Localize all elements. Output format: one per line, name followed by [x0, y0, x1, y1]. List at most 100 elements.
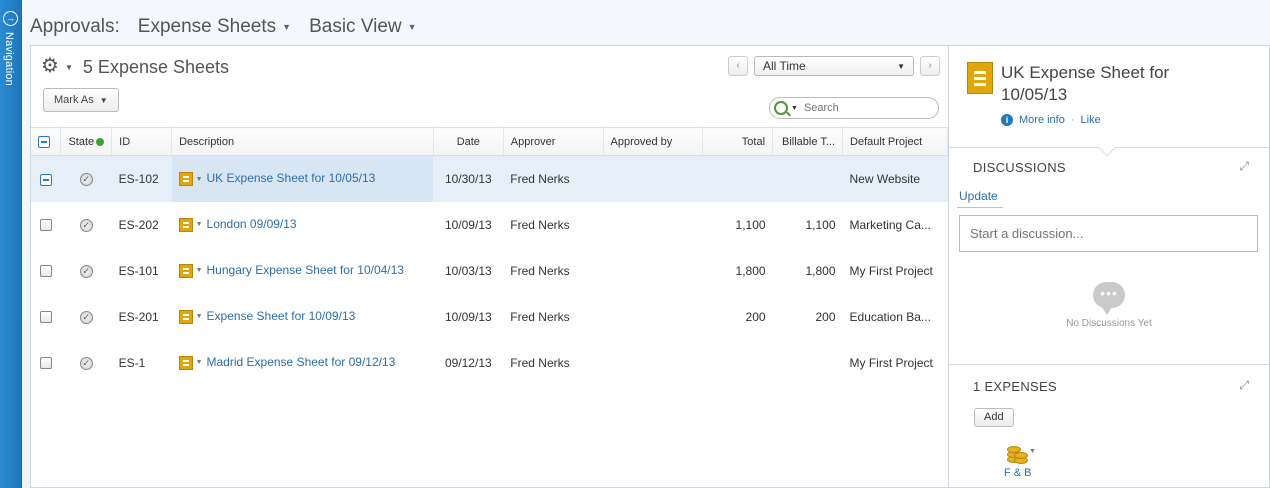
column-header-date[interactable]: Date	[433, 127, 504, 156]
approved-by-cell	[603, 294, 703, 340]
approver-cell: Fred Nerks	[510, 263, 570, 278]
more-info-link[interactable]: More info	[1019, 114, 1065, 126]
chevron-down-icon[interactable]: ▼	[196, 359, 203, 366]
id-cell: ES-101	[118, 263, 159, 278]
column-header-id[interactable]: ID	[111, 127, 173, 156]
search-box[interactable]: ▼	[769, 97, 939, 119]
select-all-checkbox[interactable]	[38, 135, 50, 148]
row-select-cell[interactable]	[31, 340, 61, 386]
detail-header: UK Expense Sheet for 10/05/13	[967, 62, 1211, 106]
time-filter-select[interactable]: All Time ▼	[754, 56, 914, 76]
link-separator: ·	[1070, 114, 1075, 126]
chevron-down-icon[interactable]: ▼	[196, 313, 203, 320]
expand-icon[interactable]: ⤢	[1239, 159, 1249, 174]
approved-state-icon: ✓	[79, 357, 93, 370]
navigation-rail[interactable]: → Navigation	[0, 0, 22, 488]
row-select-cell[interactable]	[31, 294, 61, 340]
chevron-down-icon[interactable]: ▼	[1029, 448, 1036, 455]
time-filter-value: All Time	[763, 59, 806, 73]
module-dropdown[interactable]: Expense Sheets ▼	[138, 16, 291, 38]
state-cell: ✓	[61, 202, 112, 248]
add-expense-button[interactable]: Add	[974, 408, 1014, 427]
module-dropdown-label: Expense Sheets	[137, 16, 277, 37]
table-row[interactable]: ✓ ES-202 ▼ London 09/09/13 10/09/13 Fred …	[31, 202, 948, 248]
row-checkbox[interactable]	[39, 219, 52, 232]
time-pager: ‹ All Time ▼ ›	[728, 56, 940, 76]
navigation-expand-icon[interactable]: →	[3, 11, 18, 26]
state-cell: ✓	[61, 340, 112, 386]
id-cell: ES-202	[118, 217, 159, 232]
expense-sheet-icon[interactable]	[178, 263, 193, 278]
approver-cell: Fred Nerks	[510, 355, 570, 370]
expense-sheet-icon[interactable]	[178, 217, 193, 232]
approved-by-cell	[603, 155, 703, 202]
expense-sheet-icon[interactable]	[178, 172, 193, 187]
expense-sheet-link[interactable]: London 09/09/13	[207, 217, 297, 231]
expense-sheet-icon[interactable]	[178, 355, 193, 370]
chevron-down-icon[interactable]: ▼	[196, 267, 203, 274]
column-header-approver[interactable]: Approver	[503, 127, 604, 156]
row-select-cell[interactable]	[31, 248, 61, 294]
chevron-down-icon[interactable]: ▼	[65, 63, 73, 72]
approved-state-icon: ✓	[79, 173, 93, 187]
total-cell: 1,100	[735, 217, 766, 232]
update-tab[interactable]: Update	[959, 189, 998, 203]
table-row[interactable]: ✓ ES-201 ▼ Expense Sheet for 10/09/13 10/…	[31, 294, 948, 340]
breadcrumb: Approvals: Expense Sheets ▼ Basic View ▼	[30, 14, 435, 40]
expand-icon[interactable]: ⤢	[1239, 378, 1249, 393]
billable-cell: 1,800	[805, 263, 836, 278]
total-cell: 200	[745, 309, 766, 324]
next-period-button[interactable]: ›	[920, 56, 940, 76]
column-header-state[interactable]: State	[60, 127, 113, 156]
view-dropdown[interactable]: Basic View ▼	[309, 16, 417, 38]
table-row[interactable]: ✓ ES-1 ▼ Madrid Expense Sheet for 09/12/1…	[31, 340, 948, 386]
no-discussions-text: No Discussions Yet	[1066, 318, 1152, 329]
discussion-input[interactable]	[959, 215, 1258, 252]
expense-item-label[interactable]: F & B	[1004, 467, 1032, 479]
expense-sheet-link[interactable]: Madrid Expense Sheet for 09/12/13	[207, 355, 396, 369]
mark-as-button[interactable]: Mark As ▼	[43, 88, 119, 112]
chevron-down-icon[interactable]: ▼	[196, 176, 203, 183]
chevron-down-icon[interactable]: ▼	[791, 105, 798, 112]
mark-as-label: Mark As	[54, 94, 94, 106]
like-link[interactable]: Like	[1081, 114, 1101, 126]
row-checkbox[interactable]	[39, 173, 52, 186]
chevron-down-icon[interactable]: ▼	[196, 221, 203, 228]
expense-sheet-link[interactable]: Hungary Expense Sheet for 10/04/13	[207, 263, 404, 277]
table-row[interactable]: ✓ ES-102 ▼ UK Expense Sheet for 10/05/13 …	[31, 155, 948, 202]
discussions-title: DISCUSSIONS	[973, 160, 1066, 175]
row-checkbox[interactable]	[39, 357, 52, 370]
project-cell: New Website	[842, 155, 948, 202]
column-header-approved-by[interactable]: Approved by	[603, 127, 704, 156]
table-row[interactable]: ✓ ES-101 ▼ Hungary Expense Sheet for 10/0…	[31, 248, 948, 294]
column-header-total[interactable]: Total	[702, 127, 774, 156]
total-cell	[703, 340, 773, 386]
expense-sheet-link[interactable]: UK Expense Sheet for 10/05/13	[207, 171, 376, 185]
select-all-cell[interactable]	[31, 127, 62, 156]
description-cell: ▼ London 09/09/13	[172, 202, 434, 248]
approved-by-cell	[603, 202, 703, 248]
row-select-cell[interactable]	[31, 202, 61, 248]
column-header-description[interactable]: Description	[171, 127, 434, 156]
date-cell: 09/12/13	[444, 355, 492, 370]
chevron-down-icon: ▼	[282, 22, 292, 32]
approver-cell: Fred Nerks	[510, 217, 570, 232]
expense-sheet-link[interactable]: Expense Sheet for 10/09/13	[207, 309, 356, 323]
date-cell: 10/30/13	[433, 155, 504, 202]
search-icon[interactable]	[774, 101, 788, 115]
row-checkbox[interactable]	[39, 311, 52, 324]
row-checkbox[interactable]	[39, 265, 52, 278]
detail-title: UK Expense Sheet for 10/05/13	[1001, 63, 1170, 104]
coins-icon[interactable]	[1007, 444, 1029, 464]
row-select-cell[interactable]	[31, 155, 61, 202]
project-cell: Marketing Ca...	[849, 217, 931, 232]
column-header-billable[interactable]: Billable T...	[772, 127, 844, 156]
column-header-default-project[interactable]: Default Project	[842, 127, 948, 156]
list-panel: ⚙ ▼ 5 Expense Sheets ‹ All Time ▼ › Mark…	[30, 45, 948, 488]
description-cell: ▼ Hungary Expense Sheet for 10/04/13	[172, 248, 434, 294]
gear-icon[interactable]: ⚙	[41, 56, 63, 78]
total-cell	[702, 155, 773, 202]
expense-sheet-icon[interactable]	[178, 309, 193, 324]
search-input[interactable]	[803, 102, 924, 114]
previous-period-button[interactable]: ‹	[728, 56, 748, 76]
